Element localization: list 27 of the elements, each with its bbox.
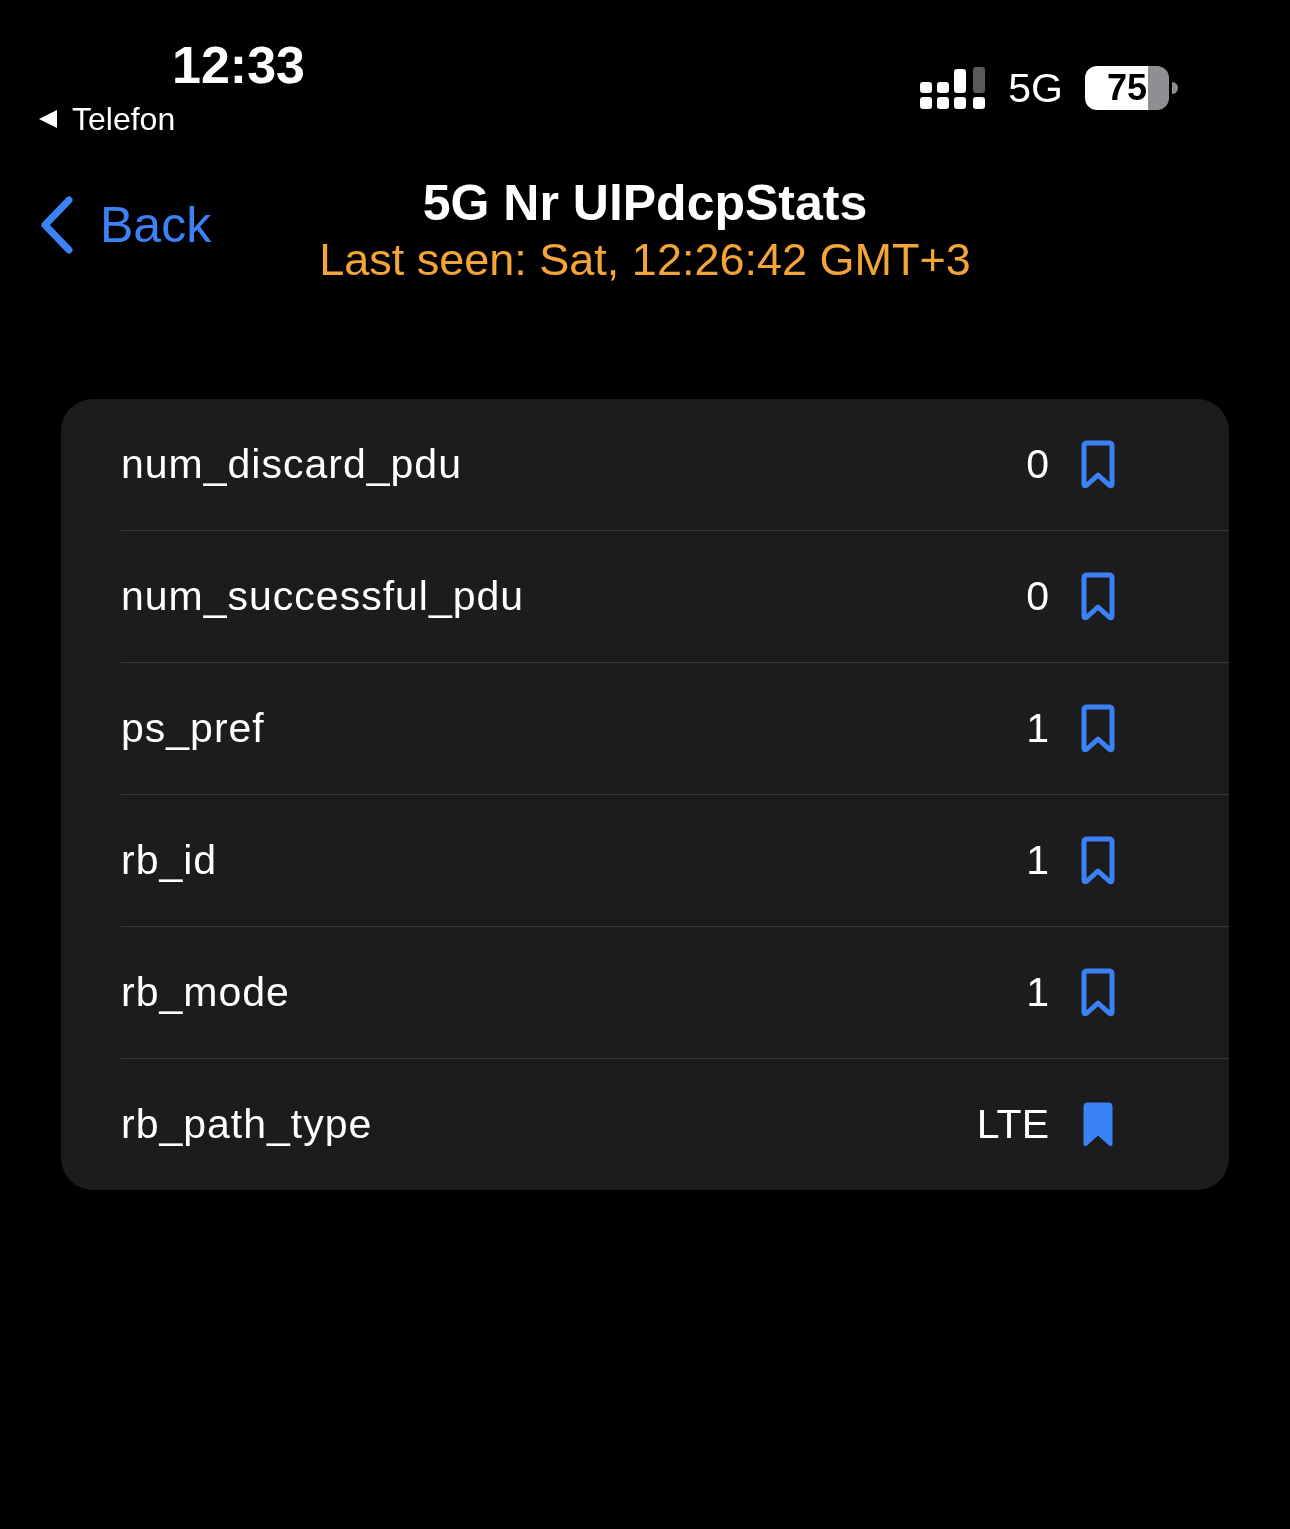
status-time: 12:33 — [172, 36, 305, 94]
last-seen-text: Last seen: Sat, 12:26:42 GMT+3 — [319, 233, 971, 287]
stat-name: rb_mode — [121, 969, 291, 1016]
return-to-app-link[interactable]: Telefon — [38, 100, 176, 138]
stat-name: num_discard_pdu — [121, 441, 463, 488]
stat-name: num_successful_pdu — [121, 573, 526, 620]
stat-value: 1 — [1026, 705, 1049, 752]
bookmark-icon[interactable] — [1081, 967, 1115, 1018]
network-type: 5G — [1008, 64, 1063, 112]
stat-value: 0 — [1026, 573, 1049, 620]
back-button[interactable]: Back — [40, 196, 212, 254]
bookmark-icon[interactable] — [1081, 703, 1115, 754]
battery-indicator: 75 — [1085, 66, 1178, 110]
page-title: 5G Nr UlPdcpStats — [422, 174, 868, 232]
left-triangle-icon — [38, 109, 58, 129]
stat-name: rb_id — [121, 837, 219, 884]
stat-value: 0 — [1026, 441, 1049, 488]
bookmark-icon[interactable] — [1081, 571, 1115, 622]
cellular-signal-icon — [920, 67, 986, 109]
bookmark-icon[interactable] — [1081, 439, 1115, 490]
stat-value: 1 — [1026, 969, 1049, 1016]
stat-name: ps_pref — [121, 705, 266, 752]
stat-name: rb_path_type — [121, 1101, 374, 1148]
stat-value: LTE — [976, 1101, 1049, 1148]
stat-value: 1 — [1026, 837, 1049, 884]
chevron-left-icon — [40, 196, 74, 254]
bookmark-icon[interactable] — [1081, 835, 1115, 886]
